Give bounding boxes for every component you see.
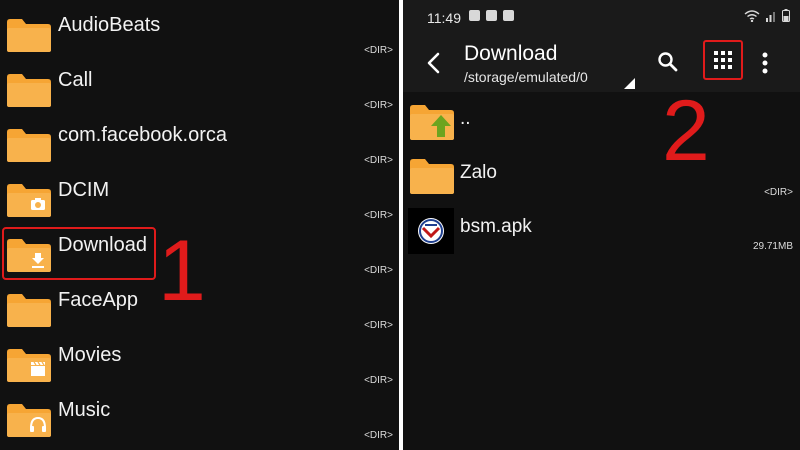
item-name: Zalo — [460, 162, 497, 183]
item-type: <DIR> — [364, 265, 393, 276]
folder-icon — [7, 129, 51, 162]
movie-folder-icon — [7, 349, 51, 382]
apk-icon — [408, 208, 454, 254]
item-type: <DIR> — [364, 320, 393, 331]
search-icon[interactable] — [656, 50, 680, 74]
path-dropdown-icon[interactable] — [624, 78, 635, 89]
music-folder-icon — [7, 404, 51, 437]
item-type: <DIR> — [364, 430, 393, 441]
app-notification-icon — [503, 10, 514, 21]
item-type: <DIR> — [364, 210, 393, 221]
folder-icon — [7, 294, 51, 327]
grid-view-icon — [714, 51, 732, 69]
item-name: com.facebook.orca — [58, 124, 227, 146]
list-item-call[interactable]: Call <DIR> — [0, 59, 399, 114]
grid-view-button[interactable] — [703, 40, 743, 80]
item-type: <DIR> — [364, 375, 393, 386]
item-name: DCIM — [58, 179, 110, 201]
step-2-label: 2 — [662, 83, 710, 179]
item-name: bsm.apk — [460, 216, 532, 237]
right-file-panel: 11:49 Download /storage/emulated/0 .. Za… — [403, 0, 800, 450]
list-item-music[interactable]: Music <DIR> — [0, 389, 399, 444]
list-item-dcim[interactable]: DCIM <DIR> — [0, 169, 399, 224]
status-bar: 11:49 — [403, 0, 800, 34]
item-name: Call — [58, 69, 93, 91]
list-item-zalo[interactable]: Zalo <DIR> — [403, 150, 800, 204]
signal-icon — [766, 12, 775, 22]
youtube-notification-icon — [486, 10, 497, 21]
step-1-label: 1 — [158, 223, 206, 319]
toolbar-path[interactable]: /storage/emulated/0 — [464, 69, 588, 85]
item-name: FaceApp — [58, 289, 139, 311]
list-item-parent[interactable]: .. — [403, 96, 800, 150]
left-file-panel: AudioBeats <DIR> Call <DIR> com.facebook… — [0, 0, 399, 450]
wifi-icon — [744, 10, 760, 22]
system-status-icons — [744, 9, 790, 22]
parent-folder-icon — [410, 105, 454, 140]
more-vert-icon[interactable] — [758, 50, 772, 76]
item-name: AudioBeats — [58, 14, 161, 36]
toolbar-title: Download — [464, 42, 558, 65]
notification-icons — [469, 10, 514, 21]
folder-icon — [7, 19, 51, 52]
item-name: Music — [58, 399, 111, 421]
toolbar: Download /storage/emulated/0 — [403, 34, 800, 92]
camera-folder-icon — [7, 184, 51, 217]
item-size: 29.71MB — [752, 241, 793, 252]
battery-icon — [782, 9, 790, 22]
status-time: 11:49 — [427, 10, 461, 26]
gallery-notification-icon — [469, 10, 480, 21]
back-arrow-icon[interactable] — [421, 50, 447, 76]
folder-icon — [410, 159, 454, 194]
list-item-movies[interactable]: Movies <DIR> — [0, 334, 399, 389]
item-type: <DIR> — [364, 45, 393, 56]
item-name: Movies — [58, 344, 122, 366]
list-item-com-facebook-orca[interactable]: com.facebook.orca <DIR> — [0, 114, 399, 169]
download-highlight-box — [2, 227, 156, 280]
item-type: <DIR> — [764, 187, 793, 198]
folder-icon — [7, 74, 51, 107]
item-type: <DIR> — [364, 100, 393, 111]
item-type: <DIR> — [364, 155, 393, 166]
list-item-bsm-apk[interactable]: bsm.apk 29.71MB — [403, 204, 800, 258]
list-item-audiobeats[interactable]: AudioBeats <DIR> — [0, 4, 399, 59]
item-name: .. — [460, 108, 471, 129]
